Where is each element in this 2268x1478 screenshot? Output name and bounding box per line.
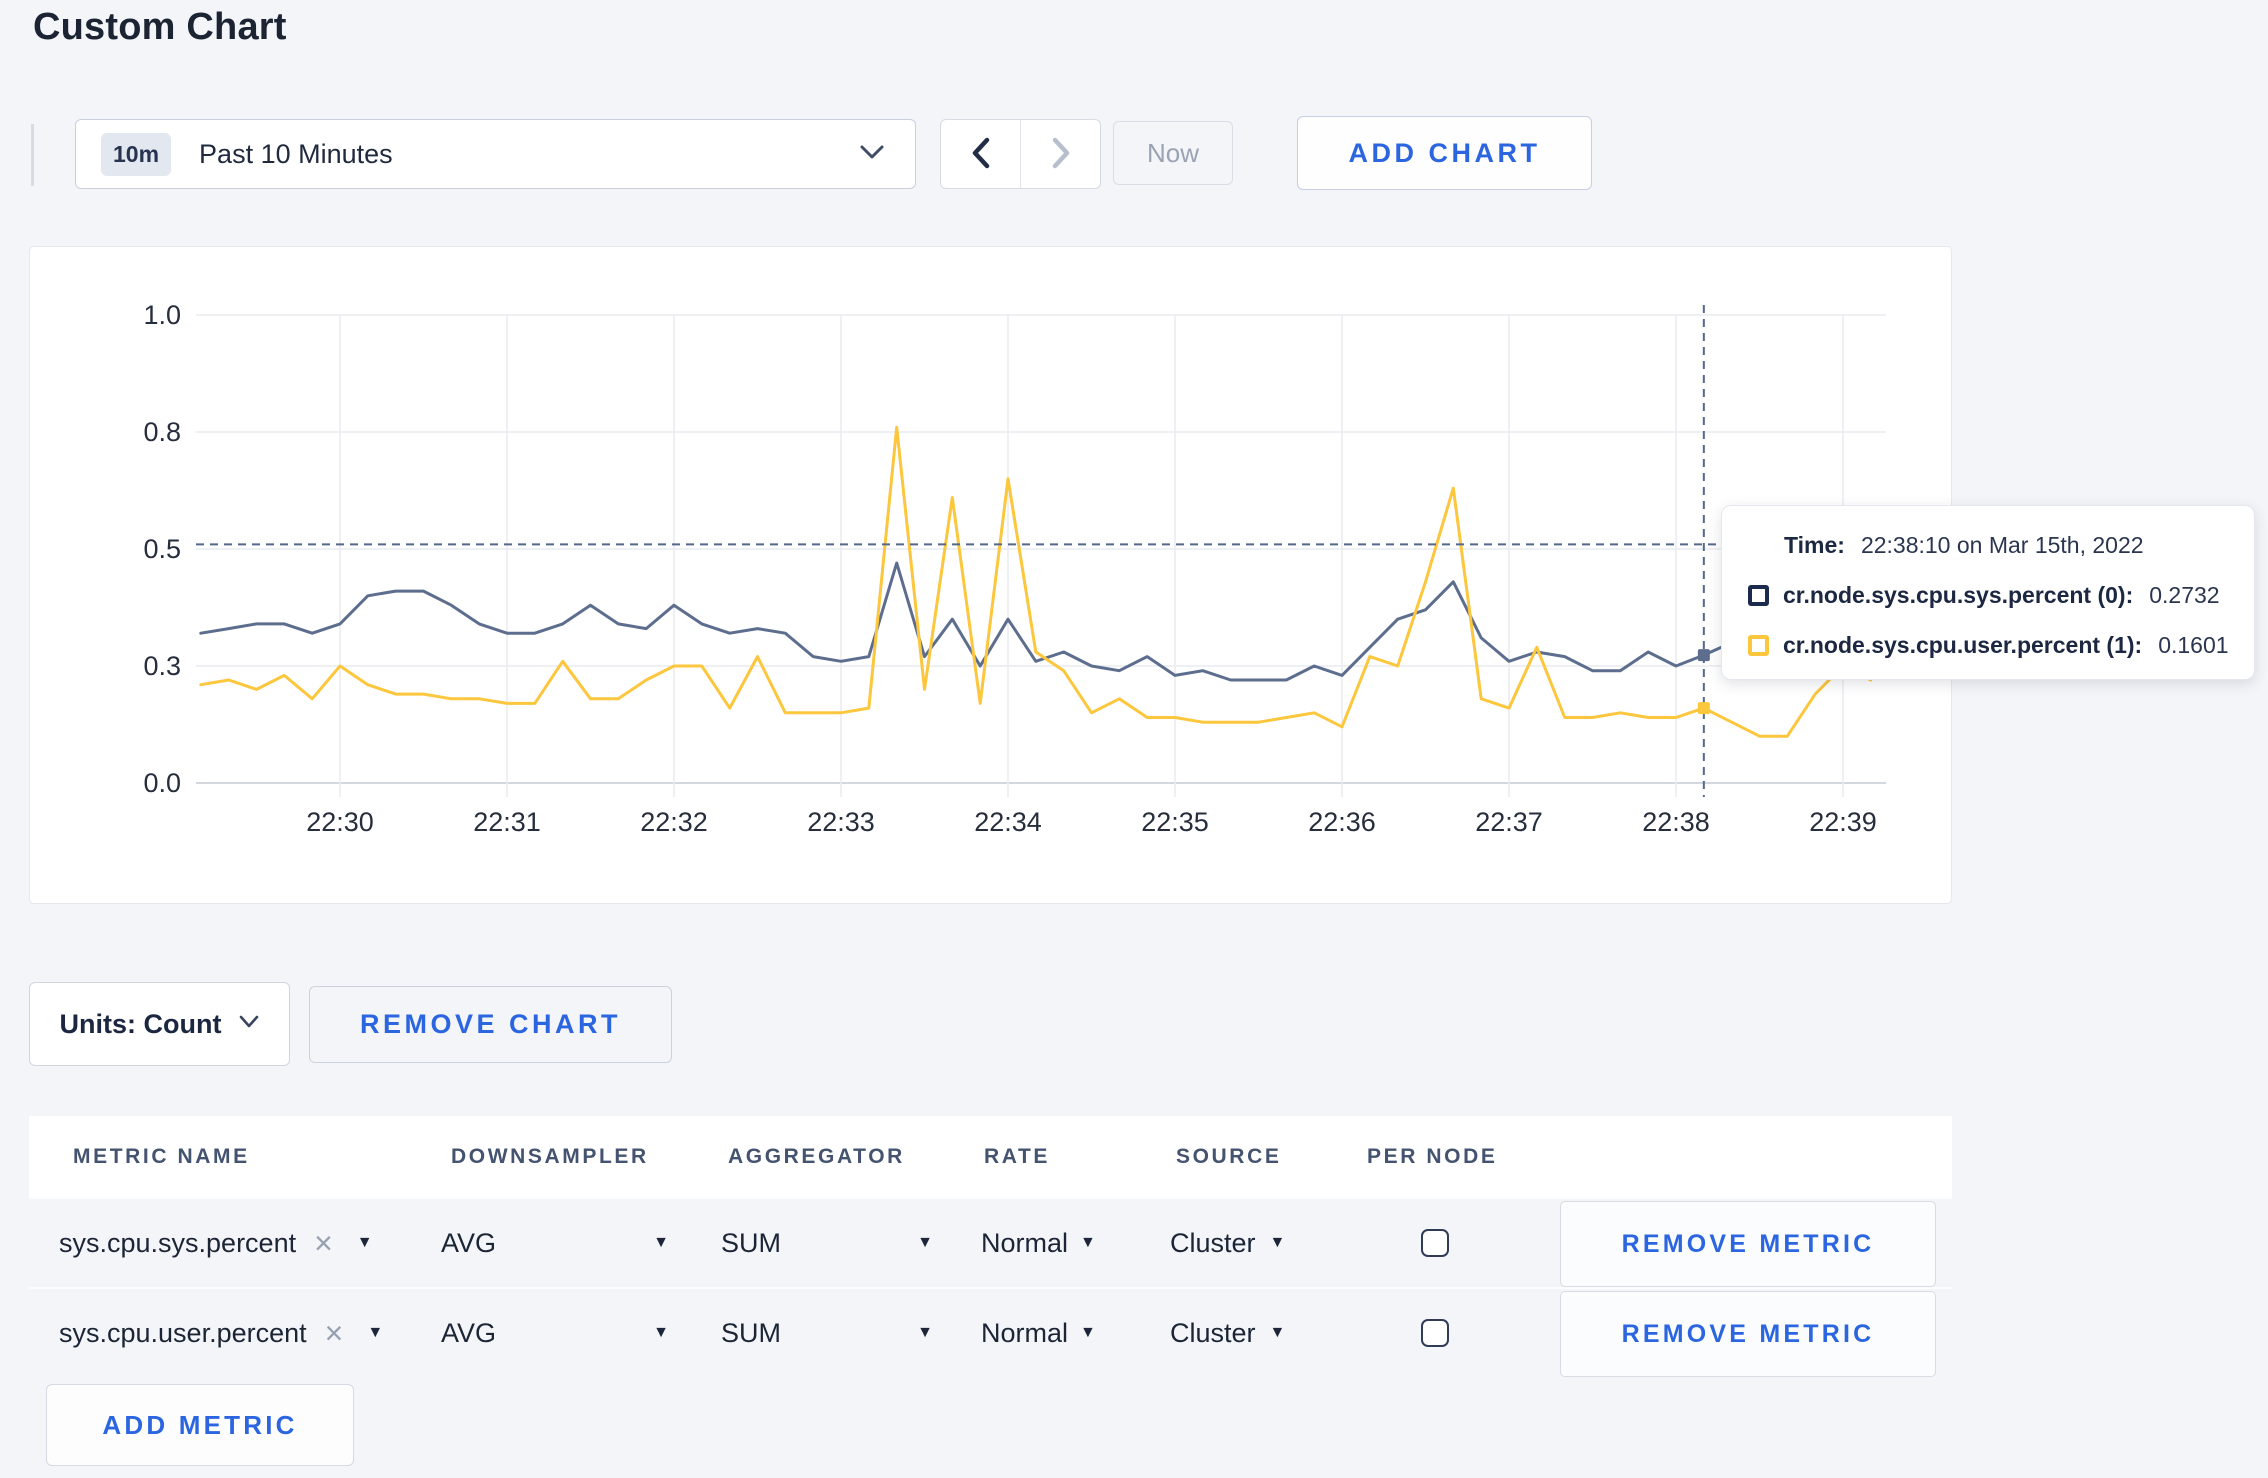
units-select[interactable]: Units: Count [29,982,290,1066]
chart-tooltip: Time: 22:38:10 on Mar 15th, 2022 cr.node… [1721,505,2255,680]
add-chart-button[interactable]: ADD CHART [1297,116,1592,190]
caret-down-icon: ▼ [1080,1324,1096,1341]
time-nav-group [940,119,1101,189]
svg-text:22:32: 22:32 [640,807,708,837]
aggregator-select[interactable]: SUM ▼ [721,1199,933,1287]
svg-text:22:34: 22:34 [974,807,1042,837]
metrics-line-chart[interactable]: 0.0 0.3 0.5 0.8 1.0 22:30 22:31 22:32 22:33 22:34… [30,247,1953,905]
time-next-button[interactable] [1020,120,1100,188]
source-select[interactable]: Cluster ▼ [1170,1289,1285,1377]
caret-down-icon: ▼ [917,1324,933,1341]
metric-row: sys.cpu.sys.percent × ▼ AVG ▼ SUM ▼ Norm… [29,1197,1952,1287]
header-metric-name: METRIC NAME [73,1144,250,1168]
svg-text:0.0: 0.0 [143,768,181,798]
remove-chart-button[interactable]: REMOVE CHART [309,986,672,1063]
header-per-node: PER NODE [1367,1144,1498,1168]
chevron-left-icon [971,137,991,172]
svg-text:22:36: 22:36 [1308,807,1376,837]
caret-down-icon: ▼ [1080,1234,1096,1251]
tooltip-series-row: cr.node.sys.cpu.user.percent (1): 0.1601 [1748,632,2230,659]
rate-select[interactable]: Normal ▼ [981,1289,1096,1377]
clear-metric-icon[interactable]: × [314,1227,333,1259]
svg-text:22:33: 22:33 [807,807,875,837]
per-node-cell [1421,1289,1449,1377]
caret-down-icon: ▼ [1269,1234,1286,1251]
page-title: Custom Chart [33,6,287,48]
metric-name-value: sys.cpu.user.percent [59,1317,307,1348]
svg-text:22:30: 22:30 [306,807,374,837]
caret-down-icon: ▼ [653,1324,669,1341]
caret-down-icon: ▼ [653,1234,669,1251]
per-node-checkbox[interactable] [1421,1319,1449,1347]
tooltip-series-value: 0.2732 [2149,582,2220,608]
chart-card[interactable]: 0.0 0.3 0.5 0.8 1.0 22:30 22:31 22:32 22:33 22:34… [29,246,1952,904]
header-downsampler: DOWNSAMPLER [451,1144,649,1168]
time-prev-button[interactable] [941,120,1020,188]
time-window-badge: 10m [101,132,172,176]
svg-text:0.3: 0.3 [143,651,181,681]
tooltip-series-label: cr.node.sys.cpu.sys.percent (0): [1783,582,2134,608]
downsampler-select[interactable]: AVG ▼ [441,1199,669,1287]
remove-metric-button[interactable]: REMOVE METRIC [1560,1291,1936,1377]
tooltip-time-row: Time: 22:38:10 on Mar 15th, 2022 [1748,532,2230,559]
metric-name-select[interactable]: sys.cpu.sys.percent × ▼ [59,1199,373,1287]
metrics-table: METRIC NAME DOWNSAMPLER AGGREGATOR RATE … [29,1116,1952,1377]
svg-text:22:31: 22:31 [473,807,541,837]
caret-down-icon: ▼ [356,1234,373,1251]
svg-text:22:35: 22:35 [1141,807,1209,837]
svg-text:22:39: 22:39 [1809,807,1877,837]
svg-text:0.5: 0.5 [143,534,181,564]
tooltip-series-row: cr.node.sys.cpu.sys.percent (0): 0.2732 [1748,582,2230,609]
time-window-label: Past 10 Minutes [199,138,393,169]
per-node-cell [1421,1199,1449,1287]
tooltip-series-label: cr.node.sys.cpu.user.percent (1): [1783,632,2143,658]
tooltip-time-value: 22:38:10 on Mar 15th, 2022 [1860,532,2144,558]
svg-text:1.0: 1.0 [143,300,181,330]
toolbar-divider [31,124,34,186]
source-select[interactable]: Cluster ▼ [1170,1199,1285,1287]
chevron-down-icon [859,144,885,165]
chevron-down-icon [239,1015,259,1033]
svg-text:22:37: 22:37 [1475,807,1543,837]
downsampler-select[interactable]: AVG ▼ [441,1289,669,1377]
time-window-select[interactable]: 10m Past 10 Minutes [75,119,916,189]
header-source: SOURCE [1176,1144,1282,1168]
metric-name-value: sys.cpu.sys.percent [59,1227,297,1258]
caret-down-icon: ▼ [367,1324,384,1341]
custom-chart-page: Custom Chart 10m Past 10 Minutes Now ADD… [0,0,2268,1478]
clear-metric-icon[interactable]: × [325,1317,344,1349]
rate-select[interactable]: Normal ▼ [981,1199,1096,1287]
add-metric-button[interactable]: ADD METRIC [46,1384,354,1466]
caret-down-icon: ▼ [917,1234,933,1251]
tooltip-time-label: Time: [1784,532,1845,558]
chevron-right-icon [1051,137,1071,172]
metric-name-select[interactable]: sys.cpu.user.percent × ▼ [59,1289,383,1377]
tooltip-series-value: 0.1601 [2158,632,2229,658]
aggregator-select[interactable]: SUM ▼ [721,1289,933,1377]
metrics-table-header: METRIC NAME DOWNSAMPLER AGGREGATOR RATE … [29,1116,1952,1197]
svg-text:22:38: 22:38 [1642,807,1710,837]
svg-text:0.8: 0.8 [143,417,181,447]
header-aggregator: AGGREGATOR [728,1144,905,1168]
now-button[interactable]: Now [1113,121,1233,185]
per-node-checkbox[interactable] [1421,1229,1449,1257]
remove-metric-button[interactable]: REMOVE METRIC [1560,1201,1936,1287]
series-sys-swatch-icon [1748,585,1769,606]
caret-down-icon: ▼ [1269,1324,1286,1341]
header-rate: RATE [984,1144,1051,1168]
series-user-swatch-icon [1748,635,1769,656]
units-label: Units: Count [59,1008,222,1039]
metric-row: sys.cpu.user.percent × ▼ AVG ▼ SUM ▼ Nor… [29,1287,1952,1377]
